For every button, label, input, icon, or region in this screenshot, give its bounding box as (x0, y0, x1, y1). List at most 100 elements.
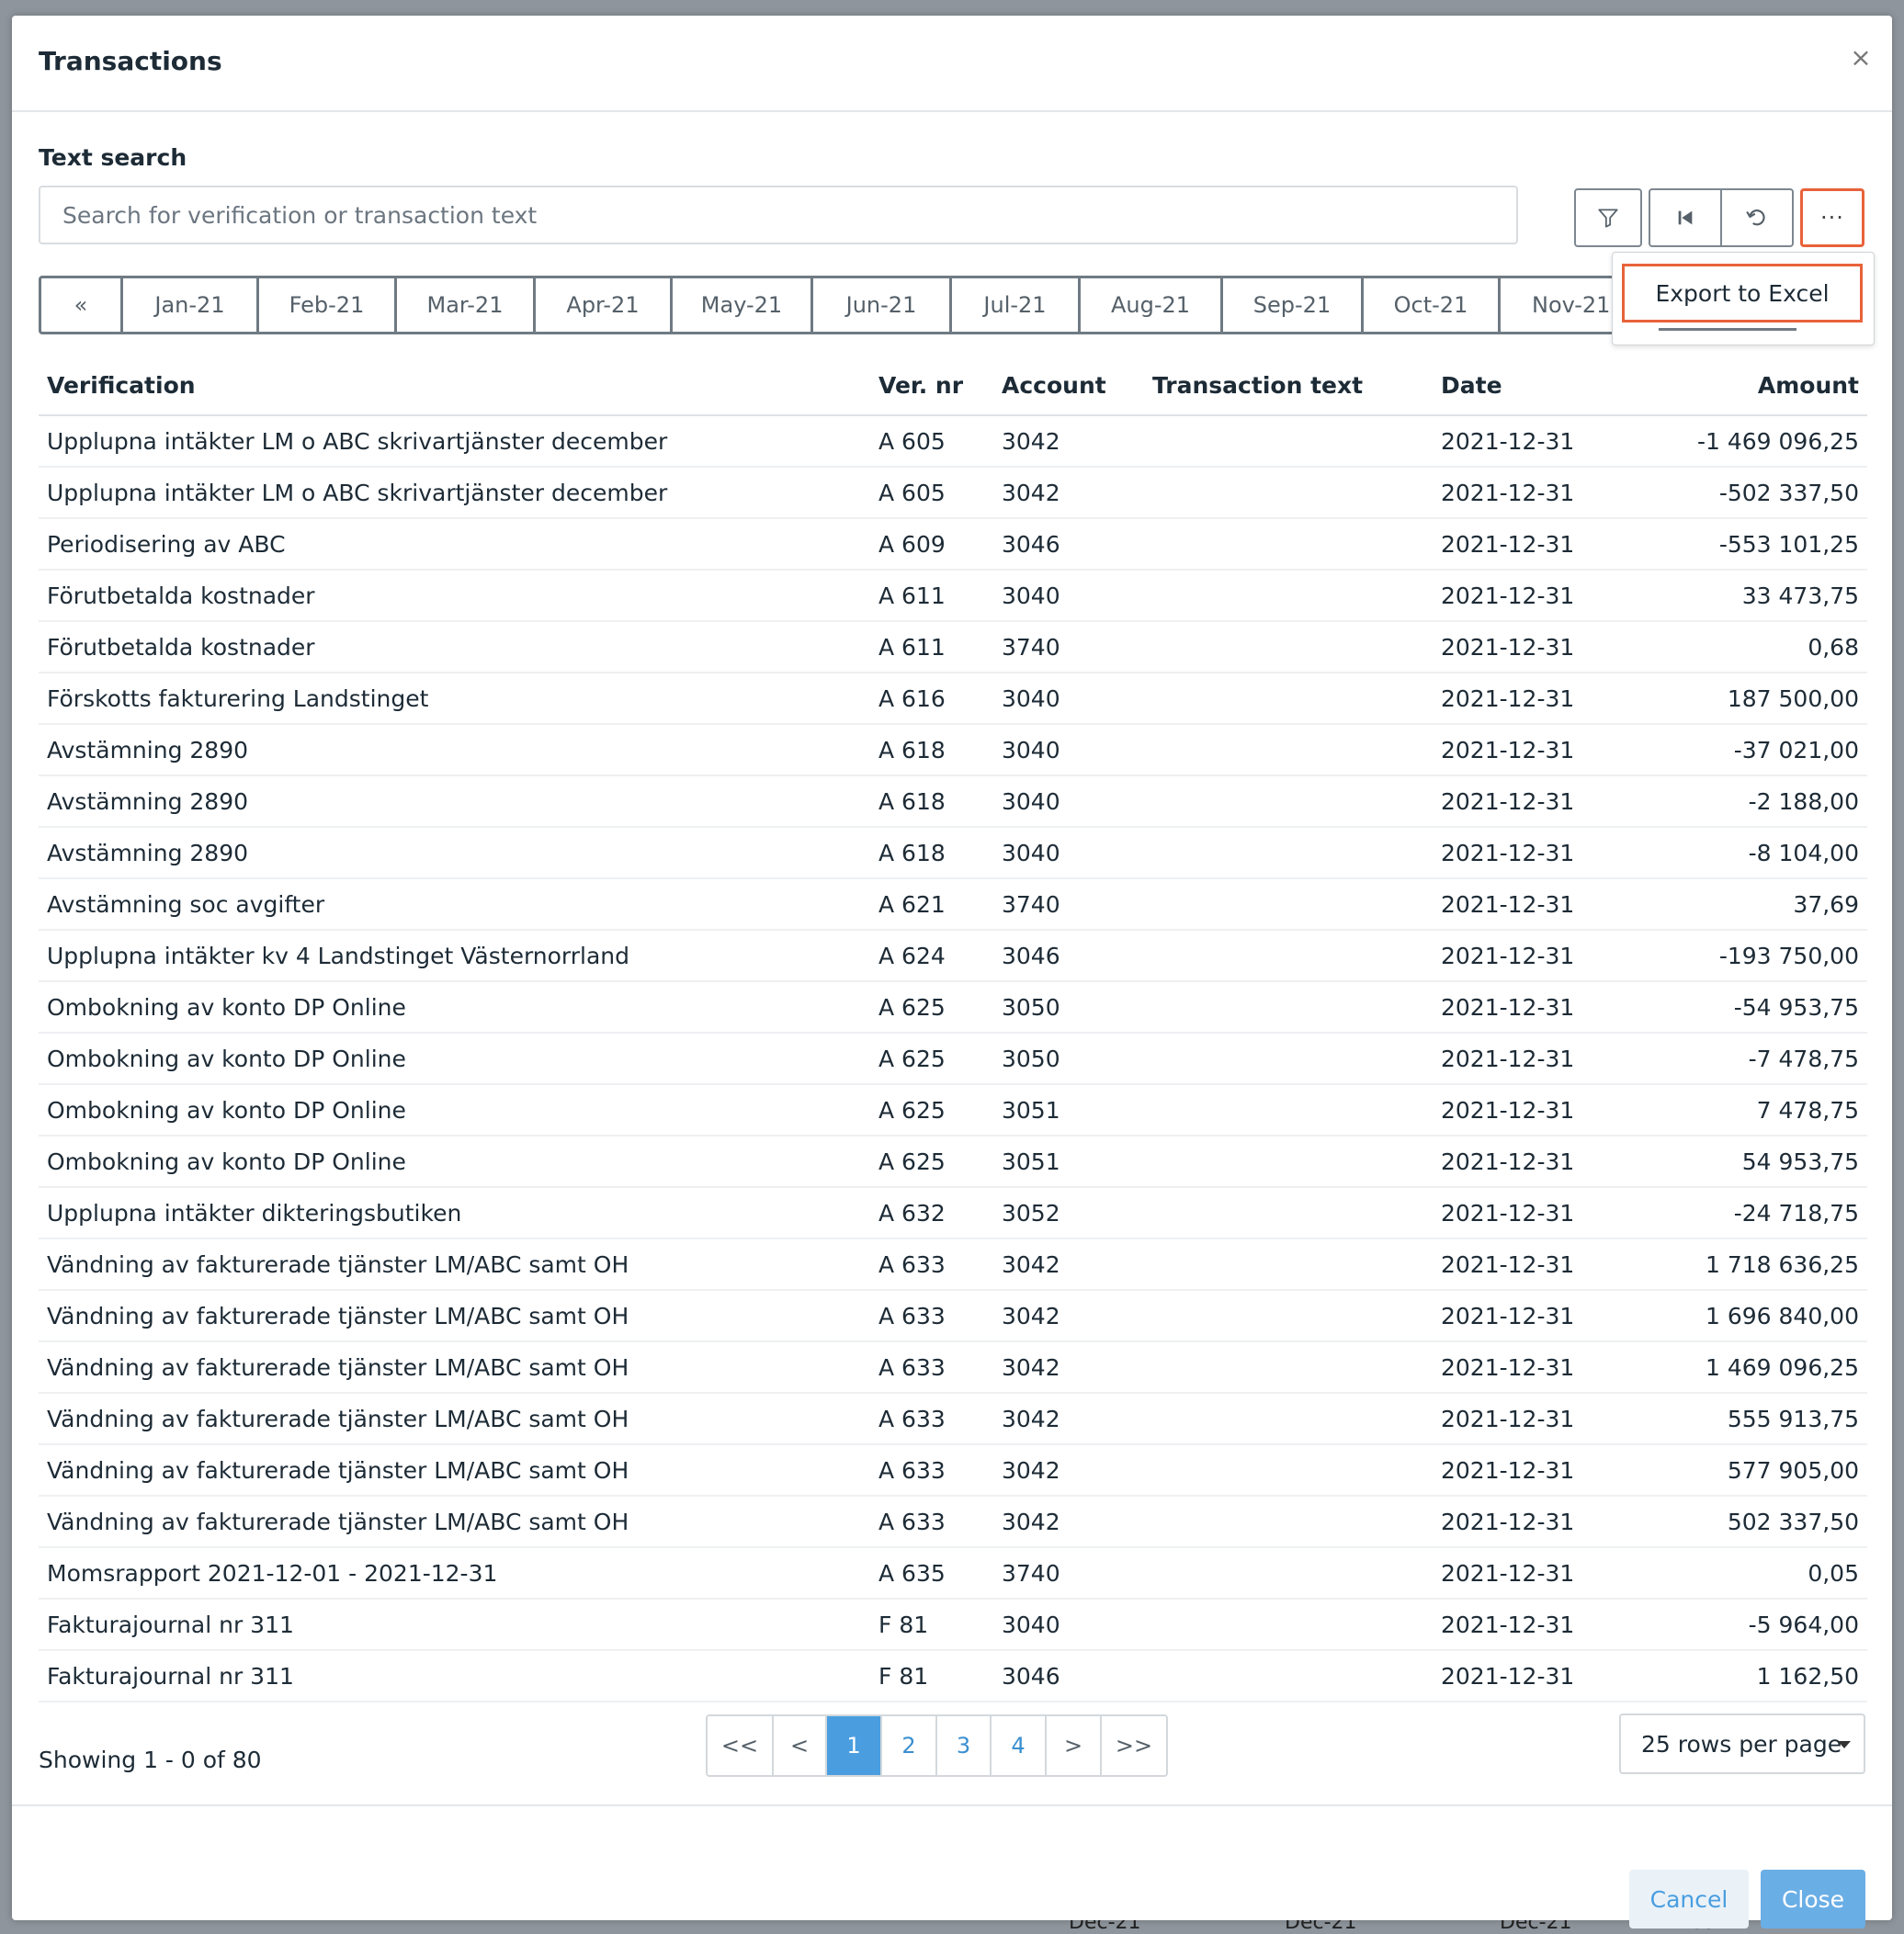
cell-amount: -2 188,00 (1679, 775, 1867, 828)
cell-account: 3040 (993, 1599, 1144, 1651)
table-row[interactable]: Vändning av fakturerade tjänster LM/ABC … (39, 1341, 1867, 1394)
filter-icon (1598, 209, 1618, 228)
table-row[interactable]: Ombokning av konto DP Online A 625 3051 202… (39, 1136, 1867, 1188)
table-row[interactable]: Fakturajournal nr 311 F 81 3046 2021-12-31 1… (39, 1650, 1867, 1702)
tab-month[interactable]: Mar-21 (397, 278, 536, 332)
cell-verification: Förskotts fakturering Landstinget (39, 673, 870, 725)
cell-verification: Periodisering av ABC (39, 518, 870, 571)
cell-date: 2021-12-31 (1433, 621, 1679, 673)
cell-date: 2021-12-31 (1433, 930, 1679, 982)
cell-transaction-text (1144, 981, 1433, 1034)
cell-verification: Vändning av fakturerade tjänster LM/ABC … (39, 1393, 870, 1445)
table-row[interactable]: Ombokning av konto DP Online A 625 3051 202… (39, 1084, 1867, 1137)
cell-date: 2021-12-31 (1433, 1187, 1679, 1239)
table-row[interactable]: Ombokning av konto DP Online A 625 3050 202… (39, 1033, 1867, 1085)
filter-button[interactable] (1574, 188, 1642, 247)
modal-title: Transactions (39, 46, 222, 76)
page-link-2[interactable]: 2 (882, 1716, 937, 1775)
table-row[interactable]: Periodisering av ABC A 609 3046 2021-12-31-… (39, 518, 1867, 571)
cell-ver-nr: A 624 (870, 930, 993, 982)
export-to-excel-item[interactable]: Export to Excel (1622, 264, 1863, 322)
cell-verification: Vändning av fakturerade tjänster LM/ABC … (39, 1444, 870, 1497)
cell-transaction-text (1144, 1238, 1433, 1291)
first-page-link[interactable]: << (708, 1716, 774, 1775)
cell-transaction-text (1144, 518, 1433, 571)
prev-page-link[interactable]: < (774, 1716, 827, 1775)
table-row[interactable]: Avstämning 2890 A 618 3040 2021-12-31 -37 02… (39, 724, 1867, 776)
table-row[interactable]: Upplupna intäkter dikteringsbutiken A 632… (39, 1187, 1867, 1239)
undo-icon (1746, 209, 1765, 226)
table-row[interactable]: Fakturajournal nr 311 F 81 3040 2021-12-31-… (39, 1599, 1867, 1651)
cell-verification: Avstämning 2890 (39, 827, 870, 879)
reset-button[interactable] (1720, 188, 1794, 247)
cell-ver-nr: A 635 (870, 1547, 993, 1600)
table-row[interactable]: Vändning av fakturerade tjänster LM/ABC … (39, 1444, 1867, 1497)
table-row[interactable]: Förskotts fakturering Landstinget A 616 30… (39, 673, 1867, 725)
table-row[interactable]: Förutbetalda kostnader A 611 3040 2021-12-3… (39, 570, 1867, 622)
cell-ver-nr: A 618 (870, 775, 993, 828)
table-row[interactable]: Ombokning av konto DP Online A 625 3050 202… (39, 981, 1867, 1034)
tab-month[interactable]: Oct-21 (1364, 278, 1501, 332)
table-row[interactable]: Momsrapport 2021-12-01 - 2021-12-31 A 635… (39, 1547, 1867, 1600)
col-transaction-text[interactable]: Transaction text (1144, 356, 1433, 416)
cell-amount: 0,05 (1679, 1547, 1867, 1600)
col-account[interactable]: Account (993, 356, 1144, 416)
table-row[interactable]: Vändning av fakturerade tjänster LM/ABC … (39, 1496, 1867, 1548)
tab-month[interactable]: Apr-21 (536, 278, 673, 332)
table-row[interactable]: Vändning av fakturerade tjänster LM/ABC … (39, 1290, 1867, 1342)
cancel-button[interactable]: Cancel (1629, 1870, 1749, 1928)
page-link-4[interactable]: 4 (992, 1716, 1047, 1775)
last-page-link[interactable]: >> (1102, 1716, 1166, 1775)
cell-ver-nr: A 609 (870, 518, 993, 571)
cell-transaction-text (1144, 415, 1433, 468)
table-row[interactable]: Vändning av fakturerade tjänster LM/ABC … (39, 1393, 1867, 1445)
table-row[interactable]: Avstämning 2890 A 618 3040 2021-12-31 -2 188… (39, 775, 1867, 828)
tab-month[interactable]: Jun-21 (813, 278, 952, 332)
cell-verification: Vändning av fakturerade tjänster LM/ABC … (39, 1238, 870, 1291)
tab-month[interactable]: Sep-21 (1223, 278, 1364, 332)
tab-month[interactable]: Jul-21 (952, 278, 1081, 332)
col-date[interactable]: Date (1433, 356, 1679, 416)
more-options-button[interactable]: ··· (1800, 188, 1864, 247)
table-row[interactable]: Avstämning 2890 A 618 3040 2021-12-31 -8 104… (39, 827, 1867, 879)
footer-divider (12, 1804, 1892, 1806)
tab-month[interactable]: May-21 (673, 278, 813, 332)
col-verification[interactable]: Verification (39, 356, 870, 416)
cell-amount: 577 905,00 (1679, 1444, 1867, 1497)
tab-month[interactable]: Jan-21 (123, 278, 259, 332)
cell-verification: Upplupna intäkter LM o ABC skrivartjänst… (39, 467, 870, 519)
table-row[interactable]: Upplupna intäkter kv 4 Landstinget Väste… (39, 930, 1867, 982)
first-page-button[interactable] (1649, 188, 1722, 247)
cell-ver-nr: A 605 (870, 467, 993, 519)
close-button[interactable]: Close (1761, 1870, 1865, 1928)
caret-down-icon (1838, 1741, 1851, 1748)
cell-date: 2021-12-31 (1433, 1444, 1679, 1497)
cell-amount: 555 913,75 (1679, 1393, 1867, 1445)
tab-month[interactable]: Feb-21 (259, 278, 397, 332)
close-icon[interactable]: × (1844, 41, 1877, 74)
cell-transaction-text (1144, 1187, 1433, 1239)
page-link-3[interactable]: 3 (937, 1716, 992, 1775)
table-row[interactable]: Upplupna intäkter LM o ABC skrivartjänst… (39, 467, 1867, 519)
table-row[interactable]: Upplupna intäkter LM o ABC skrivartjänst… (39, 415, 1867, 468)
cell-verification: Förutbetalda kostnader (39, 570, 870, 622)
month-prev-button[interactable]: « (41, 278, 123, 332)
col-amount[interactable]: Amount (1679, 356, 1867, 416)
cell-date: 2021-12-31 (1433, 981, 1679, 1034)
table-row[interactable]: Förutbetalda kostnader A 611 3740 2021-12-3… (39, 621, 1867, 673)
search-input[interactable] (39, 186, 1518, 244)
cell-account: 3051 (993, 1136, 1144, 1188)
rows-per-page-select[interactable]: 25 rows per page (1619, 1713, 1865, 1774)
cell-verification: Upplupna intäkter kv 4 Landstinget Väste… (39, 930, 870, 982)
cell-verification: Vändning av fakturerade tjänster LM/ABC … (39, 1496, 870, 1548)
col-ver-nr[interactable]: Ver. nr (870, 356, 993, 416)
cell-date: 2021-12-31 (1433, 570, 1679, 622)
table-row[interactable]: Vändning av fakturerade tjänster LM/ABC … (39, 1238, 1867, 1291)
cell-date: 2021-12-31 (1433, 1033, 1679, 1085)
cell-transaction-text (1144, 467, 1433, 519)
cell-transaction-text (1144, 1650, 1433, 1702)
table-row[interactable]: Avstämning soc avgifter A 621 3740 2021-12-… (39, 878, 1867, 931)
next-page-link[interactable]: > (1047, 1716, 1102, 1775)
page-link-1[interactable]: 1 (827, 1716, 882, 1775)
tab-month[interactable]: Aug-21 (1081, 278, 1223, 332)
